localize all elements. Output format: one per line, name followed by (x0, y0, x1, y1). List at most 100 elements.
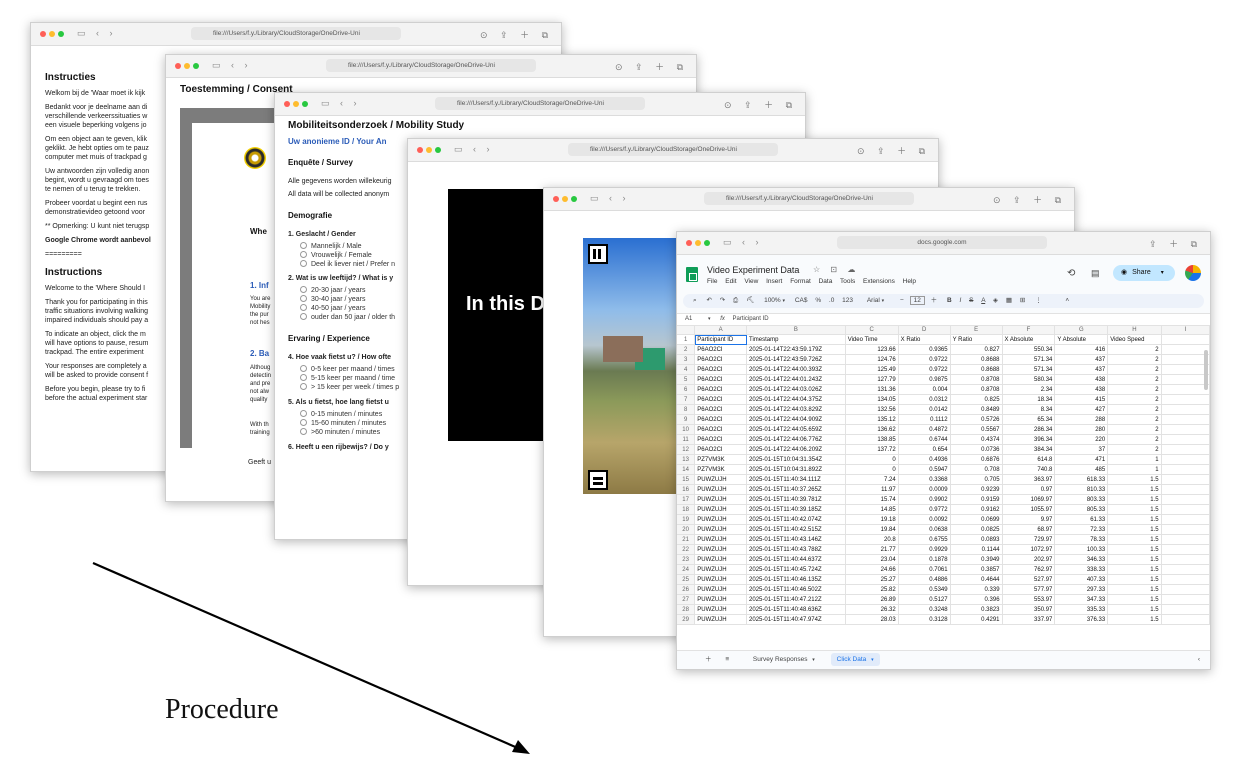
data-cell[interactable]: 2025-01-14T22:44:01.243Z (746, 374, 846, 385)
data-cell[interactable]: 810.33 (1054, 484, 1109, 495)
text-color-icon[interactable]: A (981, 297, 985, 304)
data-cell[interactable]: 0.9162 (950, 504, 1003, 515)
data-cell[interactable]: 61.33 (1054, 514, 1109, 525)
menu-extensions[interactable]: Extensions (863, 278, 895, 285)
data-cell[interactable]: 26.89 (845, 594, 899, 605)
data-cell[interactable]: 2025-01-14T22:44:05.659Z (746, 424, 846, 435)
data-cell[interactable]: 0.396 (950, 594, 1003, 605)
data-cell[interactable]: 1.5 (1107, 484, 1162, 495)
data-cell[interactable]: 2025-01-14T22:44:00.393Z (746, 364, 846, 375)
data-cell[interactable]: PUWZUJH (694, 504, 748, 515)
data-cell[interactable]: 0.4374 (950, 434, 1003, 445)
header-cell[interactable]: Video Speed (1107, 334, 1162, 345)
font-select[interactable]: Arial (867, 297, 880, 304)
data-cell[interactable]: 131.36 (845, 384, 899, 395)
toolbar-icons[interactable]: ⊙ ⇪ ＋ ⧉ (724, 98, 797, 111)
data-cell[interactable]: 0.0092 (898, 514, 951, 525)
column-header[interactable]: H (1107, 326, 1162, 335)
data-cell[interactable]: 1.5 (1107, 584, 1162, 595)
row-number[interactable]: 4 (677, 364, 696, 375)
font-size-increase-icon[interactable]: ＋ (931, 297, 938, 304)
data-cell[interactable]: 396.34 (1002, 434, 1056, 445)
nav-icons[interactable]: ▭ ‹ › (590, 193, 630, 204)
menu-edit[interactable]: Edit (725, 278, 736, 285)
data-cell[interactable]: 2025-01-15T11:40:46.502Z (746, 584, 846, 595)
empty-cell[interactable] (1161, 444, 1210, 455)
data-cell[interactable]: 0.0893 (950, 534, 1003, 545)
data-cell[interactable]: 286.34 (1002, 424, 1056, 435)
data-cell[interactable]: 1.5 (1107, 544, 1162, 555)
data-cell[interactable]: 2025-01-15T11:40:44.637Z (746, 554, 846, 565)
data-cell[interactable]: PUWZUJH (694, 524, 748, 535)
data-cell[interactable]: 25.27 (845, 574, 899, 585)
toolbar-icons[interactable]: ⊙ ⇪ ＋ ⧉ (480, 28, 553, 41)
data-cell[interactable]: 347.33 (1054, 594, 1109, 605)
data-cell[interactable]: 0.1112 (898, 414, 951, 425)
address-bar[interactable]: docs.google.com (837, 236, 1047, 249)
data-cell[interactable]: 26.32 (845, 604, 899, 615)
header-cell[interactable]: Participant ID (694, 334, 748, 345)
data-cell[interactable]: 2025-01-15T11:40:48.636Z (746, 604, 846, 615)
data-cell[interactable]: 2025-01-15T11:40:47.212Z (746, 594, 846, 605)
data-cell[interactable]: P6AO2CI (694, 424, 748, 435)
data-cell[interactable]: 0.8708 (950, 374, 1003, 385)
menu-view[interactable]: View (744, 278, 758, 285)
data-cell[interactable]: PUWZUJH (694, 574, 748, 585)
empty-cell[interactable] (1161, 544, 1210, 555)
row-number[interactable]: 23 (677, 554, 696, 565)
row-number[interactable]: 6 (677, 384, 696, 395)
column-header[interactable]: G (1054, 326, 1109, 335)
data-cell[interactable]: 65.34 (1002, 414, 1056, 425)
data-cell[interactable]: 1.5 (1107, 604, 1162, 615)
window-controls[interactable] (40, 31, 67, 39)
row-number[interactable]: 3 (677, 354, 696, 365)
data-cell[interactable]: 138.85 (845, 434, 899, 445)
menu-help[interactable]: Help (903, 278, 916, 285)
data-cell[interactable]: 202.97 (1002, 554, 1056, 565)
row-number[interactable]: 24 (677, 564, 696, 575)
data-cell[interactable]: P6AO2CI (694, 374, 748, 385)
data-cell[interactable]: 124.76 (845, 354, 899, 365)
data-cell[interactable]: 0.5567 (950, 424, 1003, 435)
data-cell[interactable]: 127.79 (845, 374, 899, 385)
data-cell[interactable]: 125.49 (845, 364, 899, 375)
row-number[interactable]: 16 (677, 484, 696, 495)
data-cell[interactable]: 338.33 (1054, 564, 1109, 575)
column-header[interactable]: D (898, 326, 951, 335)
row-number[interactable]: 27 (677, 594, 696, 605)
percent-icon[interactable]: % (815, 297, 821, 304)
data-cell[interactable]: 803.33 (1054, 494, 1109, 505)
empty-cell[interactable] (1161, 514, 1210, 525)
row-number[interactable]: 7 (677, 394, 696, 405)
data-cell[interactable]: 1055.97 (1002, 504, 1056, 515)
data-cell[interactable]: 805.33 (1054, 504, 1109, 515)
data-cell[interactable]: 471 (1054, 454, 1109, 465)
data-cell[interactable]: 2025-01-14T22:44:06.209Z (746, 444, 846, 455)
data-cell[interactable]: 288 (1054, 414, 1109, 425)
empty-cell[interactable] (1161, 344, 1210, 355)
nav-icons[interactable]: ▭ ‹ › (212, 60, 252, 71)
header-cell[interactable]: X Ratio (898, 334, 951, 345)
header-cell[interactable]: Video Time (845, 334, 899, 345)
formula-input[interactable]: Participant ID (733, 316, 769, 322)
header-cell[interactable]: X Absolute (1002, 334, 1056, 345)
row-number[interactable]: 28 (677, 604, 696, 615)
empty-cell[interactable] (1161, 524, 1210, 535)
data-cell[interactable]: 297.33 (1054, 584, 1109, 595)
empty-cell[interactable] (1161, 374, 1210, 385)
data-cell[interactable]: 0.1144 (950, 544, 1003, 555)
data-cell[interactable]: 335.33 (1054, 604, 1109, 615)
data-cell[interactable]: 0.0825 (950, 524, 1003, 535)
data-cell[interactable]: P6AO2CI (694, 444, 748, 455)
data-cell[interactable]: 2025-01-14T22:43:59.726Z (746, 354, 846, 365)
print-icon[interactable]: ⎙ (733, 297, 738, 304)
nav-icons[interactable]: ▭ ‹ › (454, 144, 494, 155)
data-cell[interactable]: 2 (1107, 444, 1162, 455)
data-cell[interactable]: PUWZUJH (694, 584, 748, 595)
data-cell[interactable]: 376.33 (1054, 614, 1109, 625)
empty-cell[interactable] (1161, 484, 1210, 495)
data-cell[interactable]: 1 (1107, 464, 1162, 475)
data-cell[interactable]: 337.97 (1002, 614, 1056, 625)
data-cell[interactable]: 407.33 (1054, 574, 1109, 585)
data-cell[interactable]: 1.5 (1107, 474, 1162, 485)
